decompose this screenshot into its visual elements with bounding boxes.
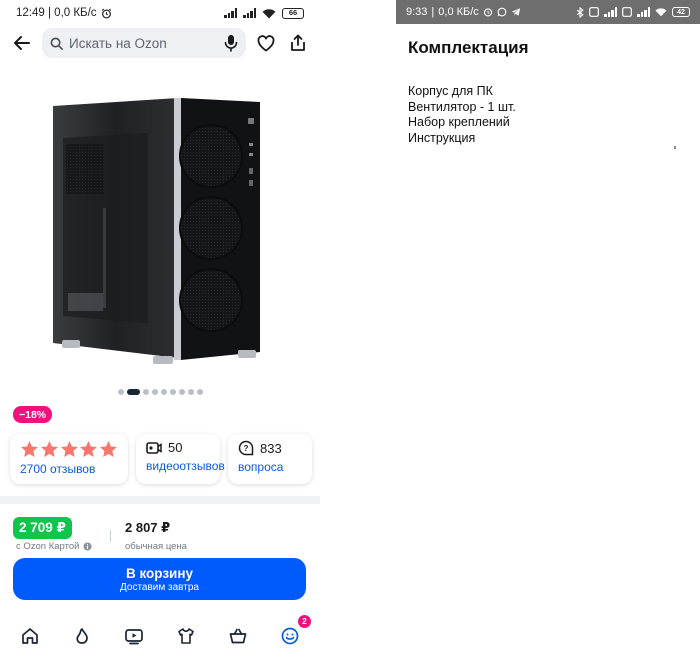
status-bar: 12:49 | 0,0 КБ/с 66 xyxy=(0,0,320,26)
telegram-icon xyxy=(511,7,521,17)
info-icon[interactable] xyxy=(83,542,93,551)
price-block: 2 709 ₽ с Ozon Картой 2 807 ₽ обычная це… xyxy=(0,510,320,555)
signal-icon xyxy=(224,8,237,18)
nav-fashion[interactable] xyxy=(171,621,201,651)
fresh-icon xyxy=(72,626,92,646)
top-bar: Искать на Ozon xyxy=(0,26,320,60)
fashion-icon xyxy=(176,626,196,646)
questions-link[interactable]: вопроса xyxy=(238,460,302,474)
nav-fresh[interactable] xyxy=(67,621,97,651)
product-image[interactable] xyxy=(48,88,270,378)
bottom-navigation: 2 xyxy=(0,606,320,665)
delivery-label: Доставим завтра xyxy=(120,582,199,593)
video-reviews-link[interactable]: видеоотзывов xyxy=(146,459,225,473)
star-icon xyxy=(40,441,58,457)
status-speed-right: 0,0 КБ/с xyxy=(438,6,479,18)
battery-icon: 66 xyxy=(282,7,304,19)
question-bubble-icon: ? xyxy=(238,440,254,456)
signal-2-icon xyxy=(637,7,650,17)
questions-card[interactable]: ? 833 вопроса xyxy=(228,434,312,484)
status-time: 12:49 xyxy=(16,7,45,19)
scroll-indicator xyxy=(674,146,676,149)
pagination-dot[interactable] xyxy=(196,389,203,395)
pagination-dot[interactable] xyxy=(187,389,194,395)
left-screen: 12:49 | 0,0 КБ/с 66 Искать на Ozon −18% … xyxy=(0,0,320,665)
rating-card[interactable]: 2700 отзывов xyxy=(10,434,128,484)
list-item: Корпус для ПК xyxy=(408,84,493,98)
pagination-dot[interactable] xyxy=(151,389,158,395)
star-icon xyxy=(100,441,118,457)
regular-price: 2 807 ₽ xyxy=(125,520,171,535)
status-speed: 0,0 КБ/с xyxy=(54,7,97,19)
list-item: Инструкция xyxy=(408,130,476,145)
add-to-cart-button[interactable]: В корзину Доставим завтра xyxy=(13,558,306,600)
volte-icon xyxy=(622,7,632,17)
regular-price-label: обычная цена xyxy=(125,541,187,552)
video-reviews-card[interactable]: 50 видеоотзывов xyxy=(136,434,225,484)
ozon-card-price: 2 709 ₽ xyxy=(13,517,72,539)
search-input[interactable]: Искать на Ozon xyxy=(42,28,246,58)
cart-icon xyxy=(228,626,248,646)
star-icon xyxy=(80,441,98,457)
questions-count: 833 xyxy=(260,440,282,456)
back-arrow-icon[interactable] xyxy=(10,31,34,55)
stats-cards: 2700 отзывов 50 видеоотзывов ? 833 вопро… xyxy=(10,434,320,486)
list-item: Вентилятор - 1 шт. xyxy=(408,99,516,114)
nfc-icon xyxy=(589,7,599,17)
price-separator xyxy=(110,530,111,542)
home-icon xyxy=(20,626,40,646)
whatsapp-icon xyxy=(497,7,507,17)
pagination-dot[interactable] xyxy=(142,389,149,395)
signal-2-icon xyxy=(243,8,256,18)
rating-stars xyxy=(20,440,118,458)
battery-icon: 42 xyxy=(672,7,690,17)
pagination-dot[interactable] xyxy=(126,389,140,395)
alarm-icon xyxy=(483,7,493,17)
nav-home[interactable] xyxy=(15,621,45,651)
alarm-icon xyxy=(101,8,112,19)
status-bar-right: 9:33 | 0,0 КБ/с 42 xyxy=(396,0,700,24)
svg-text:?: ? xyxy=(244,444,249,453)
video-icon xyxy=(124,626,144,646)
profile-notification-badge: 2 xyxy=(298,614,311,628)
search-placeholder: Искать на Ozon xyxy=(69,35,167,51)
nav-profile[interactable]: 2 xyxy=(275,614,311,651)
gallery-pagination[interactable] xyxy=(0,389,320,395)
discount-badge: −18% xyxy=(13,406,53,423)
wifi-icon xyxy=(655,7,667,17)
video-camera-icon xyxy=(146,441,162,455)
star-icon xyxy=(20,441,38,457)
page-title: Комплектация xyxy=(408,38,529,57)
star-icon xyxy=(60,441,78,457)
status-time-right: 9:33 xyxy=(406,6,428,18)
nav-cart[interactable] xyxy=(223,621,253,651)
wifi-icon xyxy=(262,8,276,19)
search-icon xyxy=(50,37,63,50)
signal-icon xyxy=(604,7,617,17)
share-icon[interactable] xyxy=(286,31,310,55)
profile-icon xyxy=(280,626,300,646)
section-divider xyxy=(0,496,320,504)
ozon-card-price-label: с Ozon Картой xyxy=(16,541,93,552)
right-screen: 9:33 | 0,0 КБ/с 42 Комплектация Корпус д… xyxy=(396,0,700,665)
microphone-icon[interactable] xyxy=(224,34,238,52)
pagination-dot[interactable] xyxy=(178,389,185,395)
bluetooth-icon xyxy=(576,6,584,18)
package-contents-list: Корпус для ПК Вентилятор - 1 шт. Набор к… xyxy=(408,84,516,146)
pagination-dot[interactable] xyxy=(160,389,167,395)
pagination-dot[interactable] xyxy=(117,389,124,395)
add-to-cart-label: В корзину xyxy=(125,566,194,581)
pagination-dot[interactable] xyxy=(169,389,176,395)
favorite-heart-icon[interactable] xyxy=(254,31,278,55)
list-item: Набор креплений xyxy=(408,115,510,129)
reviews-link[interactable]: 2700 отзывов xyxy=(20,462,118,476)
video-reviews-count: 50 xyxy=(168,440,183,455)
nav-video[interactable] xyxy=(119,621,149,651)
